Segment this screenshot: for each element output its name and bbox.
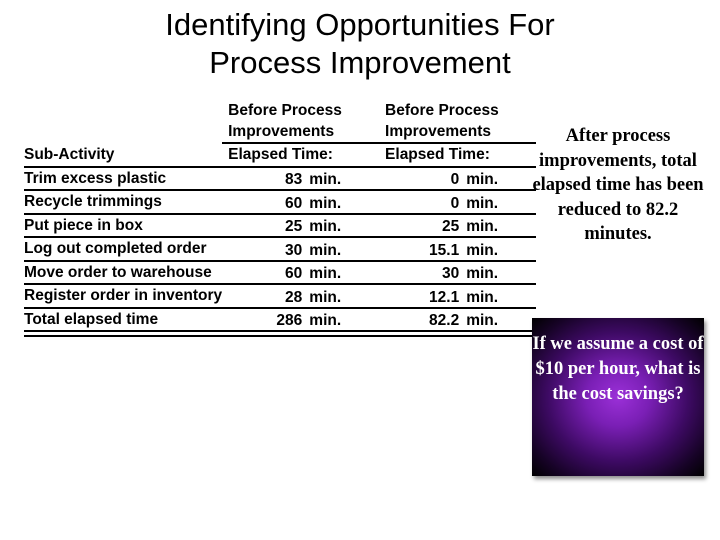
after-improvements-note: After process improvements, total elapse… [532,126,704,244]
row-before-unit: min. [309,260,380,285]
row-before-value: 60 [222,260,310,285]
table-header-row: Sub-Activity Elapsed Time: Elapsed Time: [24,143,536,168]
row-after-value: 25 [379,213,467,238]
header-elapsed-time-1: Elapsed Time: [222,143,380,168]
row-after-value: 82.2 [379,307,467,332]
table-row: Trim excess plastic 83 min. 0 min. [24,166,536,191]
row-before-value: 83 [222,166,310,191]
header-blank [24,100,222,121]
header-before-2-line2: Improvements [379,121,536,144]
row-activity: Total elapsed time [24,307,223,332]
row-before-value: 25 [222,213,310,238]
row-after-value: 15.1 [379,237,467,262]
table-row: Move order to warehouse 60 min. 30 min. [24,260,536,285]
table-row: Put piece in box 25 min. 25 min. [24,213,536,238]
header-before-1-line1: Before Process [228,102,342,119]
rule-cell [379,331,536,337]
row-after-unit: min. [466,166,536,191]
process-improvement-table: Before Process Before Process Improvemen… [24,100,536,337]
header-elapsed-time-2: Elapsed Time: [379,143,536,168]
row-activity: Move order to warehouse [24,260,223,285]
table-bottom-double-rule [24,331,536,337]
table-row: Register order in inventory 28 min. 12.1… [24,284,536,309]
table-header-group-row-2: Improvements Improvements [24,121,536,144]
table-header-group-row-1: Before Process Before Process [24,100,536,121]
slide: Identifying Opportunities For Process Im… [0,0,720,540]
table-row-total: Total elapsed time 286 min. 82.2 min. [24,307,536,332]
header-blank-2 [24,121,222,143]
row-before-unit: min. [309,307,380,332]
row-after-value: 12.1 [379,284,467,309]
row-before-unit: min. [309,166,380,191]
row-after-value: 0 [379,166,467,191]
row-after-unit: min. [466,260,536,285]
row-activity: Recycle trimmings [24,190,223,215]
row-before-value: 28 [222,284,310,309]
header-before-2-line1: Before Process [385,102,499,119]
cost-savings-callout-box: If we assume a cost of $10 per hour, wha… [532,318,704,476]
row-after-unit: min. [466,190,536,215]
row-activity: Log out completed order [24,237,223,262]
row-activity: Register order in inventory [24,284,223,309]
cost-savings-question: If we assume a cost of $10 per hour, wha… [532,334,704,404]
row-before-unit: min. [309,190,380,215]
row-before-unit: min. [309,213,380,238]
row-before-unit: min. [309,284,380,309]
table-row: Log out completed order 30 min. 15.1 min… [24,237,536,262]
row-before-value: 60 [222,190,310,215]
header-before-1-line2: Improvements [222,121,380,144]
page-title: Identifying Opportunities For Process Im… [165,7,555,80]
row-after-value: 0 [379,190,467,215]
row-activity: Trim excess plastic [24,166,223,191]
rule-cell [24,331,223,337]
row-before-unit: min. [309,237,380,262]
row-after-unit: min. [466,284,536,309]
row-after-unit: min. [466,213,536,238]
table-row: Recycle trimmings 60 min. 0 min. [24,190,536,215]
rule-cell [222,331,380,337]
row-before-value: 286 [222,307,310,332]
row-after-unit: min. [466,307,536,332]
header-sub-activity: Sub-Activity [24,143,223,168]
row-before-value: 30 [222,237,310,262]
row-after-unit: min. [466,237,536,262]
row-after-value: 30 [379,260,467,285]
row-activity: Put piece in box [24,213,223,238]
process-table-container: Before Process Before Process Improvemen… [24,100,536,337]
